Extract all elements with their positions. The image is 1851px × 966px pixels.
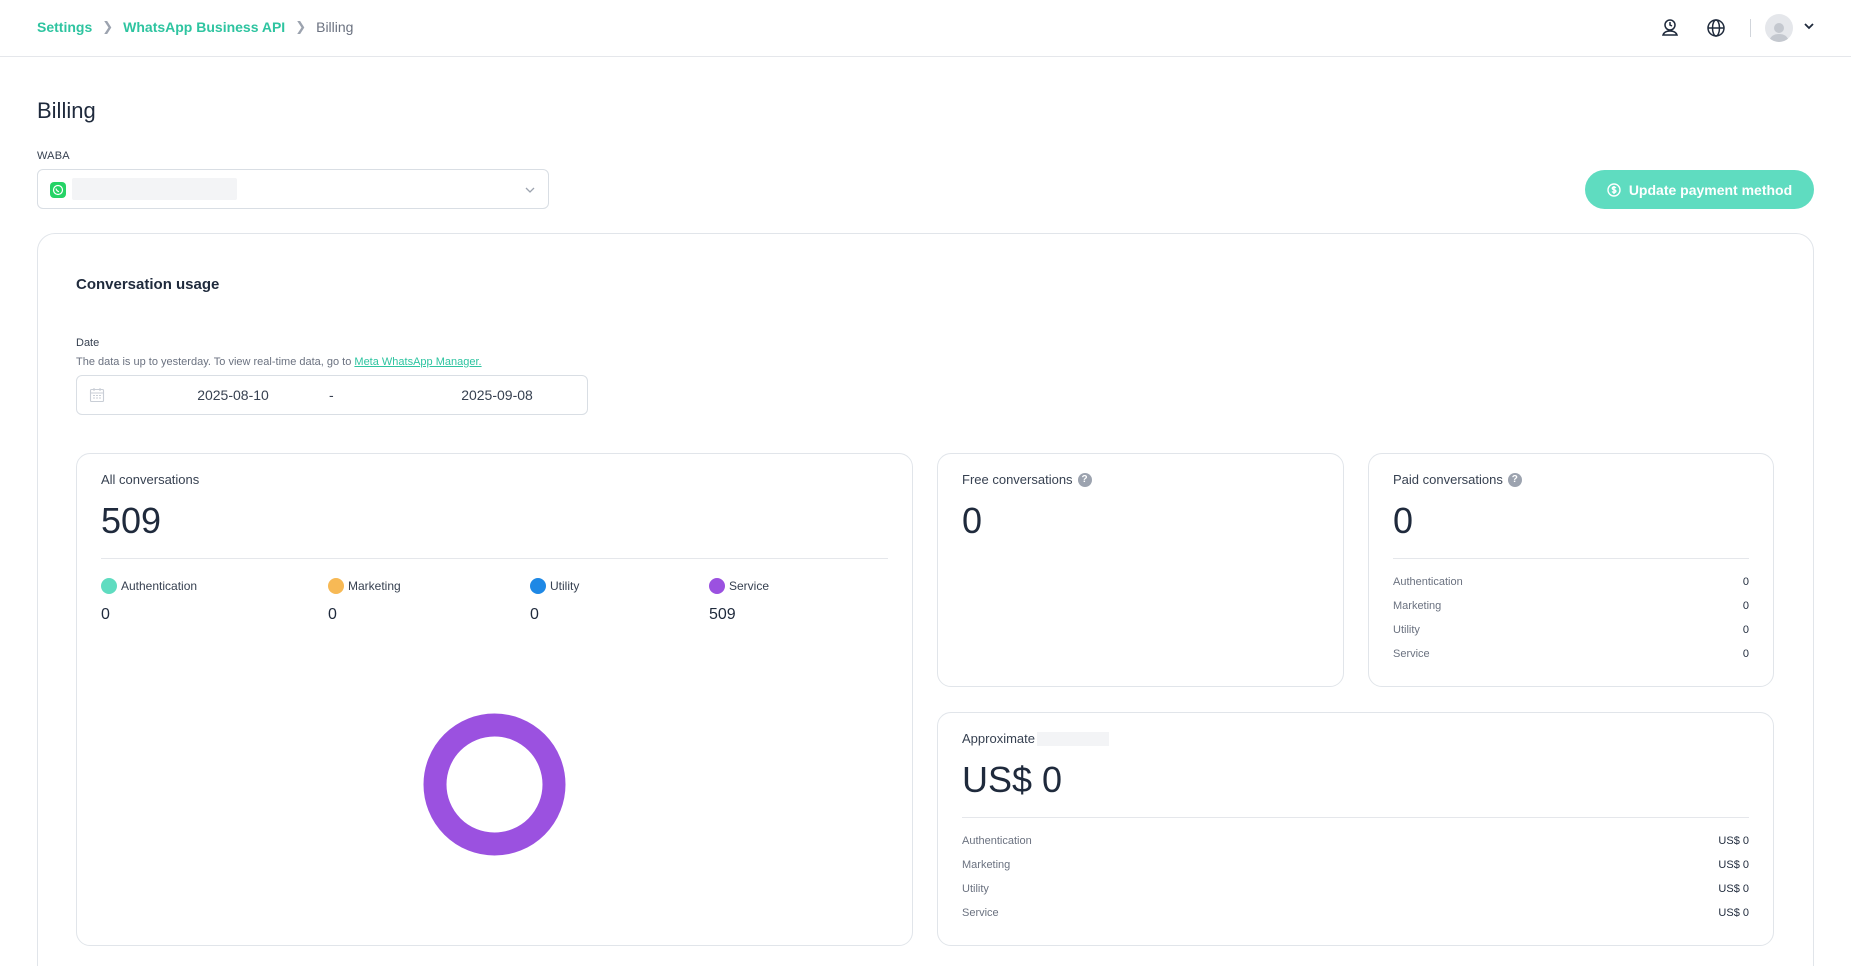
avatar-icon[interactable] xyxy=(1765,14,1793,42)
category-label: Utility xyxy=(550,579,580,593)
page-title: Billing xyxy=(37,98,96,123)
breadcrumb: Settings ❯ WhatsApp Business API ❯ Billi… xyxy=(37,19,353,35)
category-value: 0 xyxy=(101,606,110,623)
support-agent-icon[interactable] xyxy=(1654,12,1686,44)
paid-conversations-total: 0 xyxy=(1393,500,1414,541)
calendar-icon xyxy=(89,387,105,408)
category-label: Service xyxy=(729,579,770,593)
approx-row-authentication: Authentication US$ 0 xyxy=(962,835,1749,847)
update-payment-method-button[interactable]: Update payment method xyxy=(1585,170,1814,209)
paid-row-service: Service 0 xyxy=(1393,648,1749,660)
approximate-redacted xyxy=(1036,731,1109,746)
paid-row-authentication: Authentication 0 xyxy=(1393,576,1749,588)
waba-redacted-value xyxy=(72,178,237,200)
approx-row-service: Service US$ 0 xyxy=(962,907,1749,919)
whatsapp-icon xyxy=(50,182,66,198)
date-range-separator: - xyxy=(329,387,334,403)
divider xyxy=(1393,558,1749,559)
all-conversations-card: All conversations 509 Authentication 0 M… xyxy=(76,453,913,946)
breadcrumb-whatsapp-business-api[interactable]: WhatsApp Business API xyxy=(123,19,285,35)
paid-conversations-card: Paid conversations? 0 Authentication 0 Ma… xyxy=(1368,453,1774,687)
breadcrumb-separator-icon: ❯ xyxy=(102,19,114,34)
marketing-color-dot xyxy=(328,578,344,594)
free-conversations-total: 0 xyxy=(962,500,983,541)
breadcrumb-settings[interactable]: Settings xyxy=(37,19,92,35)
top-bar: Settings ❯ WhatsApp Business API ❯ Billi… xyxy=(0,0,1851,57)
free-conversations-title: Free conversations? xyxy=(962,472,1092,487)
free-conversations-card: Free conversations? 0 xyxy=(937,453,1344,687)
help-icon[interactable]: ? xyxy=(1077,472,1092,487)
category-authentication: Authentication 0 xyxy=(101,578,197,624)
approximate-card: Approximate US$ 0 Authentication US$ 0 Ma… xyxy=(937,712,1774,946)
approx-row-utility: Utility US$ 0 xyxy=(962,883,1749,895)
conversation-usage-title: Conversation usage xyxy=(76,276,220,293)
start-date-input[interactable]: 2025-08-10 xyxy=(163,387,303,403)
divider xyxy=(1750,19,1751,37)
divider xyxy=(962,817,1749,818)
end-date-input[interactable]: 2025-09-08 xyxy=(427,387,567,403)
paid-row-marketing: Marketing 0 xyxy=(1393,600,1749,612)
chevron-down-icon xyxy=(524,183,536,201)
category-service: Service 509 xyxy=(709,578,769,624)
paid-row-utility: Utility 0 xyxy=(1393,624,1749,636)
utility-color-dot xyxy=(530,578,546,594)
service-color-dot xyxy=(709,578,725,594)
all-conversations-title: All conversations xyxy=(101,472,200,487)
approximate-title: Approximate xyxy=(962,731,1109,746)
date-note: The data is up to yesterday. To view rea… xyxy=(76,356,482,368)
breadcrumb-separator-icon: ❯ xyxy=(295,19,307,34)
category-marketing: Marketing 0 xyxy=(328,578,401,624)
category-value: 0 xyxy=(328,606,337,623)
payment-icon xyxy=(1607,182,1621,197)
waba-label: WABA xyxy=(37,150,70,162)
category-value: 0 xyxy=(530,606,539,623)
conversations-donut-chart xyxy=(423,713,566,856)
top-actions xyxy=(1640,12,1815,44)
all-conversations-total: 509 xyxy=(101,500,162,541)
help-icon[interactable]: ? xyxy=(1507,472,1522,487)
meta-whatsapp-manager-link[interactable]: Meta WhatsApp Manager. xyxy=(354,356,481,368)
date-range-picker[interactable]: 2025-08-10 - 2025-09-08 xyxy=(76,375,588,415)
category-value: 509 xyxy=(709,606,736,623)
date-note-text: The data is up to yesterday. To view rea… xyxy=(76,356,355,368)
waba-select[interactable] xyxy=(37,169,549,209)
approximate-total: US$ 0 xyxy=(962,759,1063,800)
globe-icon[interactable] xyxy=(1700,12,1732,44)
authentication-color-dot xyxy=(101,578,117,594)
donut-segment-service xyxy=(423,713,566,856)
category-utility: Utility 0 xyxy=(530,578,579,624)
divider xyxy=(101,558,888,559)
update-payment-method-label: Update payment method xyxy=(1628,181,1793,198)
paid-conversations-title: Paid conversations? xyxy=(1393,472,1522,487)
category-label: Authentication xyxy=(121,579,198,593)
breadcrumb-current: Billing xyxy=(316,19,354,35)
date-label: Date xyxy=(76,337,100,349)
chevron-down-icon[interactable] xyxy=(1803,19,1815,37)
category-label: Marketing xyxy=(348,579,401,593)
approx-row-marketing: Marketing US$ 0 xyxy=(962,859,1749,871)
